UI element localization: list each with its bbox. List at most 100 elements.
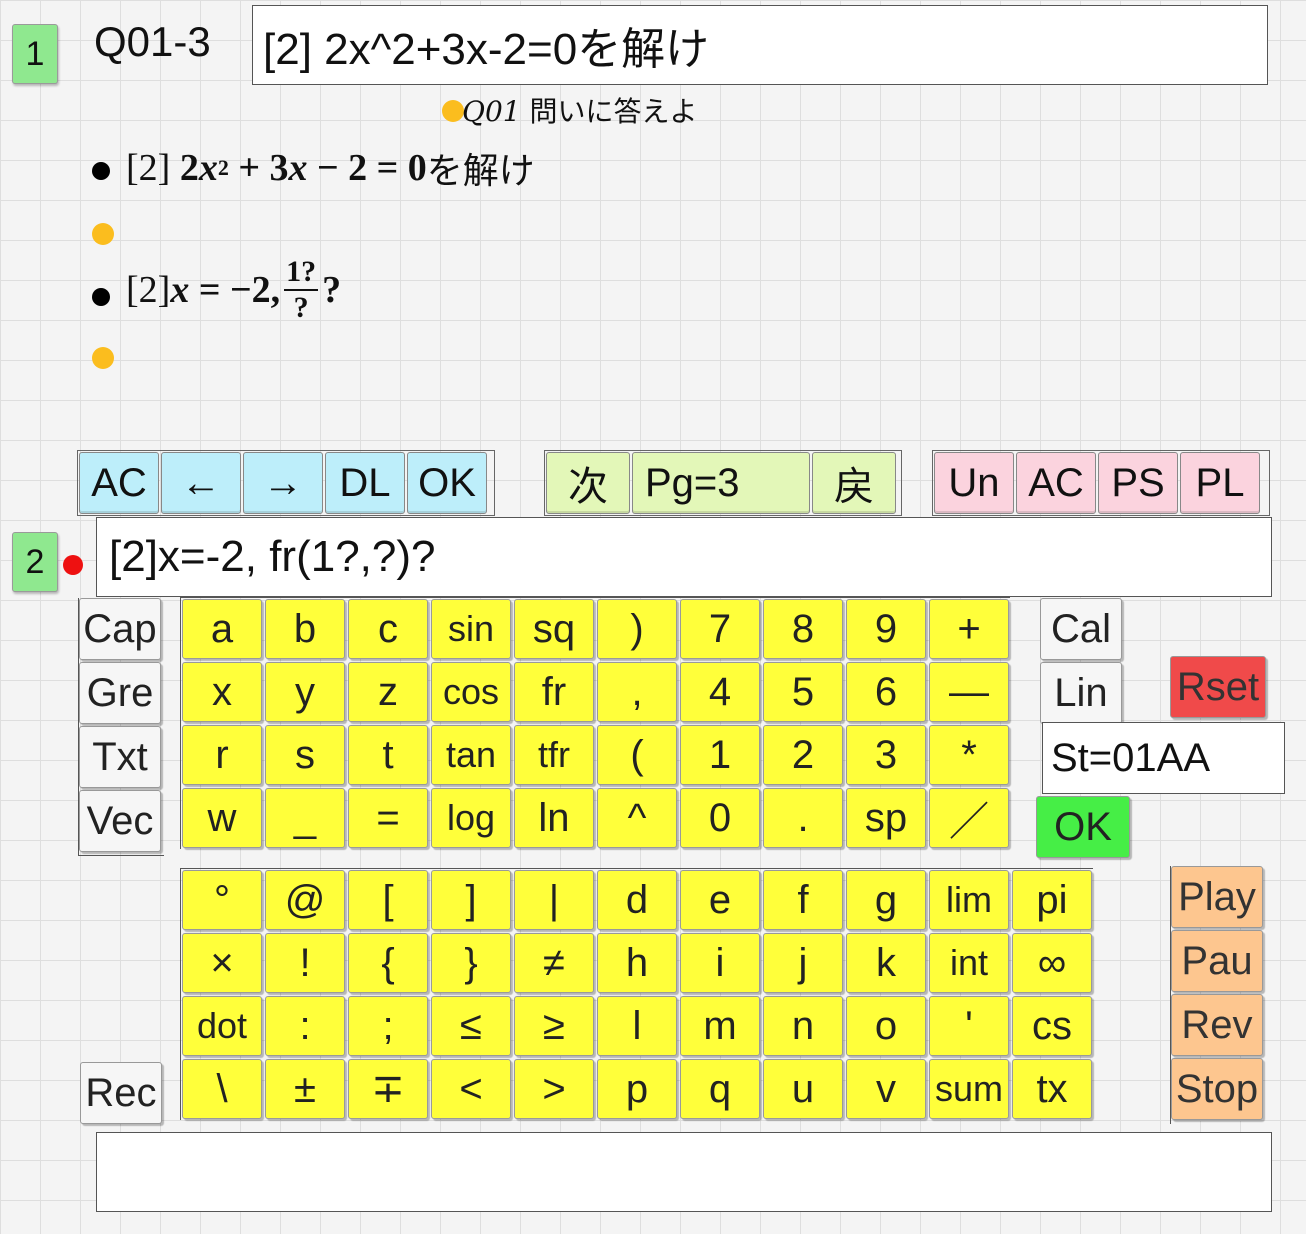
line-number-2[interactable]: 2	[12, 532, 58, 592]
key[interactable]: 6	[846, 662, 926, 722]
key[interactable]: cs	[1012, 996, 1092, 1056]
reverse-button[interactable]: Rev	[1171, 994, 1263, 1056]
cursor-left-button[interactable]: ←	[161, 452, 241, 514]
pause-button[interactable]: Pau	[1171, 930, 1263, 992]
calc-key[interactable]: Cal	[1040, 598, 1122, 660]
key[interactable]: }	[431, 933, 511, 993]
key[interactable]: _	[265, 788, 345, 848]
all-clear-button[interactable]: AC	[79, 452, 159, 514]
cursor-right-button[interactable]: →	[243, 452, 323, 514]
key[interactable]: ≥	[514, 996, 594, 1056]
key[interactable]: sq	[514, 599, 594, 659]
key[interactable]: e	[680, 870, 760, 930]
key[interactable]: ≤	[431, 996, 511, 1056]
key[interactable]: .	[763, 788, 843, 848]
key[interactable]: 2	[763, 725, 843, 785]
key[interactable]: v	[846, 1059, 926, 1119]
key[interactable]: f	[763, 870, 843, 930]
key[interactable]: ;	[348, 996, 428, 1056]
key[interactable]: (	[597, 725, 677, 785]
key[interactable]: 9	[846, 599, 926, 659]
back-button[interactable]: 戻	[812, 452, 896, 514]
undo-button[interactable]: Un	[934, 452, 1014, 514]
key[interactable]: ,	[597, 662, 677, 722]
key[interactable]: tan	[431, 725, 511, 785]
key[interactable]: 5	[763, 662, 843, 722]
key[interactable]: n	[763, 996, 843, 1056]
key[interactable]: pi	[1012, 870, 1092, 930]
key[interactable]: h	[597, 933, 677, 993]
key[interactable]: j	[763, 933, 843, 993]
text-key[interactable]: Txt	[79, 726, 161, 788]
play-button[interactable]: Play	[1171, 866, 1263, 928]
key[interactable]: !	[265, 933, 345, 993]
reset-button[interactable]: Rset	[1170, 656, 1266, 718]
bottom-input[interactable]	[96, 1132, 1272, 1212]
key[interactable]: |	[514, 870, 594, 930]
record-button[interactable]: Rec	[80, 1062, 162, 1124]
key[interactable]: z	[348, 662, 428, 722]
key[interactable]: >	[514, 1059, 594, 1119]
key[interactable]: *	[929, 725, 1009, 785]
key[interactable]: cos	[431, 662, 511, 722]
key[interactable]: ∓	[348, 1059, 428, 1119]
key[interactable]: k	[846, 933, 926, 993]
delete-button[interactable]: DL	[325, 452, 405, 514]
ok-button[interactable]: OK	[407, 452, 487, 514]
key[interactable]: m	[680, 996, 760, 1056]
key[interactable]: ±	[265, 1059, 345, 1119]
key[interactable]: l	[597, 996, 677, 1056]
key[interactable]: 0	[680, 788, 760, 848]
key[interactable]: x	[182, 662, 262, 722]
line-2-input[interactable]: [2]x=-2, fr(1?,?)?	[96, 517, 1272, 597]
key[interactable]: \	[182, 1059, 262, 1119]
line-mode-key[interactable]: Lin	[1040, 662, 1122, 724]
vector-key[interactable]: Vec	[79, 790, 161, 852]
key[interactable]: y	[265, 662, 345, 722]
key[interactable]: °	[182, 870, 262, 930]
key[interactable]: int	[929, 933, 1009, 993]
key[interactable]: +	[929, 599, 1009, 659]
key[interactable]: lim	[929, 870, 1009, 930]
greek-key[interactable]: Gre	[79, 662, 161, 724]
key[interactable]: r	[182, 725, 262, 785]
key[interactable]: ×	[182, 933, 262, 993]
key[interactable]: b	[265, 599, 345, 659]
pl-button[interactable]: PL	[1180, 452, 1260, 514]
key[interactable]: sp	[846, 788, 926, 848]
key[interactable]: q	[680, 1059, 760, 1119]
key[interactable]: dot	[182, 996, 262, 1056]
key[interactable]: fr	[514, 662, 594, 722]
caps-key[interactable]: Cap	[79, 598, 161, 660]
key[interactable]: 7	[680, 599, 760, 659]
key[interactable]: [	[348, 870, 428, 930]
key[interactable]: ln	[514, 788, 594, 848]
key[interactable]: 1	[680, 725, 760, 785]
key[interactable]: 8	[763, 599, 843, 659]
key[interactable]: :	[265, 996, 345, 1056]
key[interactable]: tfr	[514, 725, 594, 785]
key[interactable]: g	[846, 870, 926, 930]
key[interactable]: p	[597, 1059, 677, 1119]
key[interactable]: @	[265, 870, 345, 930]
key[interactable]: u	[763, 1059, 843, 1119]
stop-button[interactable]: Stop	[1171, 1058, 1263, 1120]
key[interactable]: c	[348, 599, 428, 659]
key[interactable]: ／	[929, 788, 1009, 848]
key[interactable]: ≠	[514, 933, 594, 993]
confirm-ok-button[interactable]: OK	[1036, 796, 1130, 858]
key[interactable]: log	[431, 788, 511, 848]
key[interactable]: tx	[1012, 1059, 1092, 1119]
key[interactable]: i	[680, 933, 760, 993]
key[interactable]: ^	[597, 788, 677, 848]
key[interactable]: sin	[431, 599, 511, 659]
key[interactable]: a	[182, 599, 262, 659]
key[interactable]: 3	[846, 725, 926, 785]
key[interactable]: o	[846, 996, 926, 1056]
next-button[interactable]: 次	[546, 452, 630, 514]
key[interactable]: w	[182, 788, 262, 848]
key[interactable]: )	[597, 599, 677, 659]
key[interactable]: s	[265, 725, 345, 785]
key[interactable]: =	[348, 788, 428, 848]
key[interactable]: {	[348, 933, 428, 993]
